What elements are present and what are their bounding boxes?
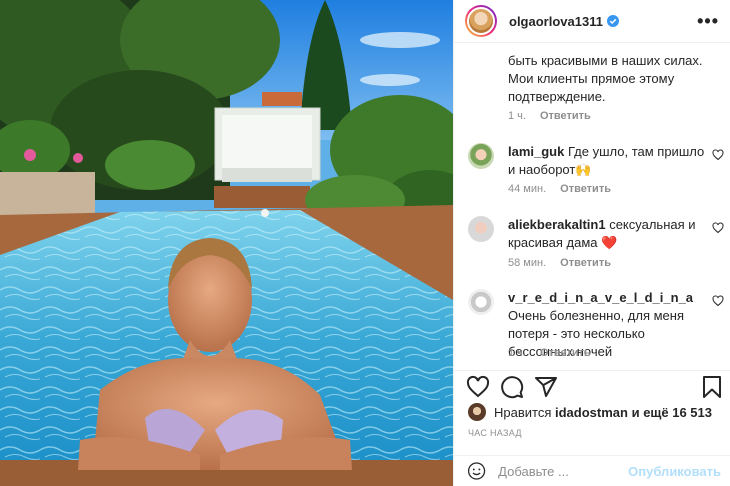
liker-avatar[interactable] <box>468 403 486 421</box>
caption-time: 1 ч. <box>508 110 526 122</box>
comment-username[interactable]: lami_guk <box>508 144 564 159</box>
comments-list[interactable]: быть красивыми в наших силах. Мои клиент… <box>454 43 730 370</box>
comment-like-icon[interactable] <box>712 222 724 234</box>
caption-meta: 1 ч. Ответить <box>508 110 591 122</box>
post-actions-bar <box>454 370 730 402</box>
comment-like-icon[interactable] <box>712 149 724 161</box>
post-header: olgaorlova1311 ••• <box>454 0 730 43</box>
likes-user[interactable]: idadostman <box>555 405 628 420</box>
comment-time: 1 ч. <box>508 347 526 359</box>
post-timestamp[interactable]: час назад <box>468 428 522 438</box>
likes-count[interactable]: и ещё 16 513 <box>632 405 712 420</box>
caption-reply-button[interactable]: Ответить <box>540 110 591 122</box>
bookmark-icon[interactable] <box>700 375 724 399</box>
comment-meta: 1 ч. Ответить <box>508 347 591 359</box>
post-photo-image <box>0 0 453 486</box>
comment-avatar[interactable] <box>468 289 494 315</box>
comment-username[interactable]: v_r_e_d_i_n_a_v_e_l_d_i_n_a <box>508 290 693 305</box>
comment-like-icon[interactable] <box>712 295 724 307</box>
share-icon[interactable] <box>534 375 558 399</box>
publish-button[interactable]: Опубликовать <box>628 464 721 479</box>
post-side-panel: olgaorlova1311 ••• быть красивыми в наши… <box>453 0 730 486</box>
caption-text: быть красивыми в наших силах. Мои клиент… <box>508 53 703 104</box>
comment-username[interactable]: aliekberakaltin1 <box>508 217 606 232</box>
comment-avatar[interactable] <box>468 143 494 169</box>
likes-prefix: Нравится <box>494 404 552 420</box>
comment-time: 58 мин. <box>508 257 547 269</box>
add-comment-bar: Опубликовать <box>454 455 730 486</box>
comment-reply-button[interactable]: Ответить <box>560 257 611 269</box>
comment-reply-button[interactable]: Ответить <box>560 183 611 195</box>
comment-meta: 44 мин. Ответить <box>508 183 611 195</box>
comment-reply-button[interactable]: Ответить <box>540 347 591 359</box>
emoji-icon[interactable] <box>467 460 486 482</box>
comment-meta: 58 мин. Ответить <box>508 257 611 269</box>
post-photo[interactable] <box>0 0 453 486</box>
comment-input[interactable] <box>498 463 629 479</box>
verified-badge-icon <box>606 15 619 27</box>
author-username[interactable]: olgaorlova1311 <box>509 14 603 29</box>
comment-icon[interactable] <box>500 375 524 399</box>
comment-time: 44 мин. <box>508 183 547 195</box>
likes-summary: Нравится idadostman и ещё 16 513 <box>468 402 723 422</box>
comment-avatar[interactable] <box>468 216 494 242</box>
author-avatar[interactable] <box>465 5 497 37</box>
comment-text: lami_guk Где ушло, там пришло и наоборот… <box>508 143 708 179</box>
heart-icon[interactable] <box>466 375 490 399</box>
comment-text: aliekberakaltin1 сексуальная и красивая … <box>508 216 708 252</box>
more-icon[interactable]: ••• <box>697 12 719 30</box>
